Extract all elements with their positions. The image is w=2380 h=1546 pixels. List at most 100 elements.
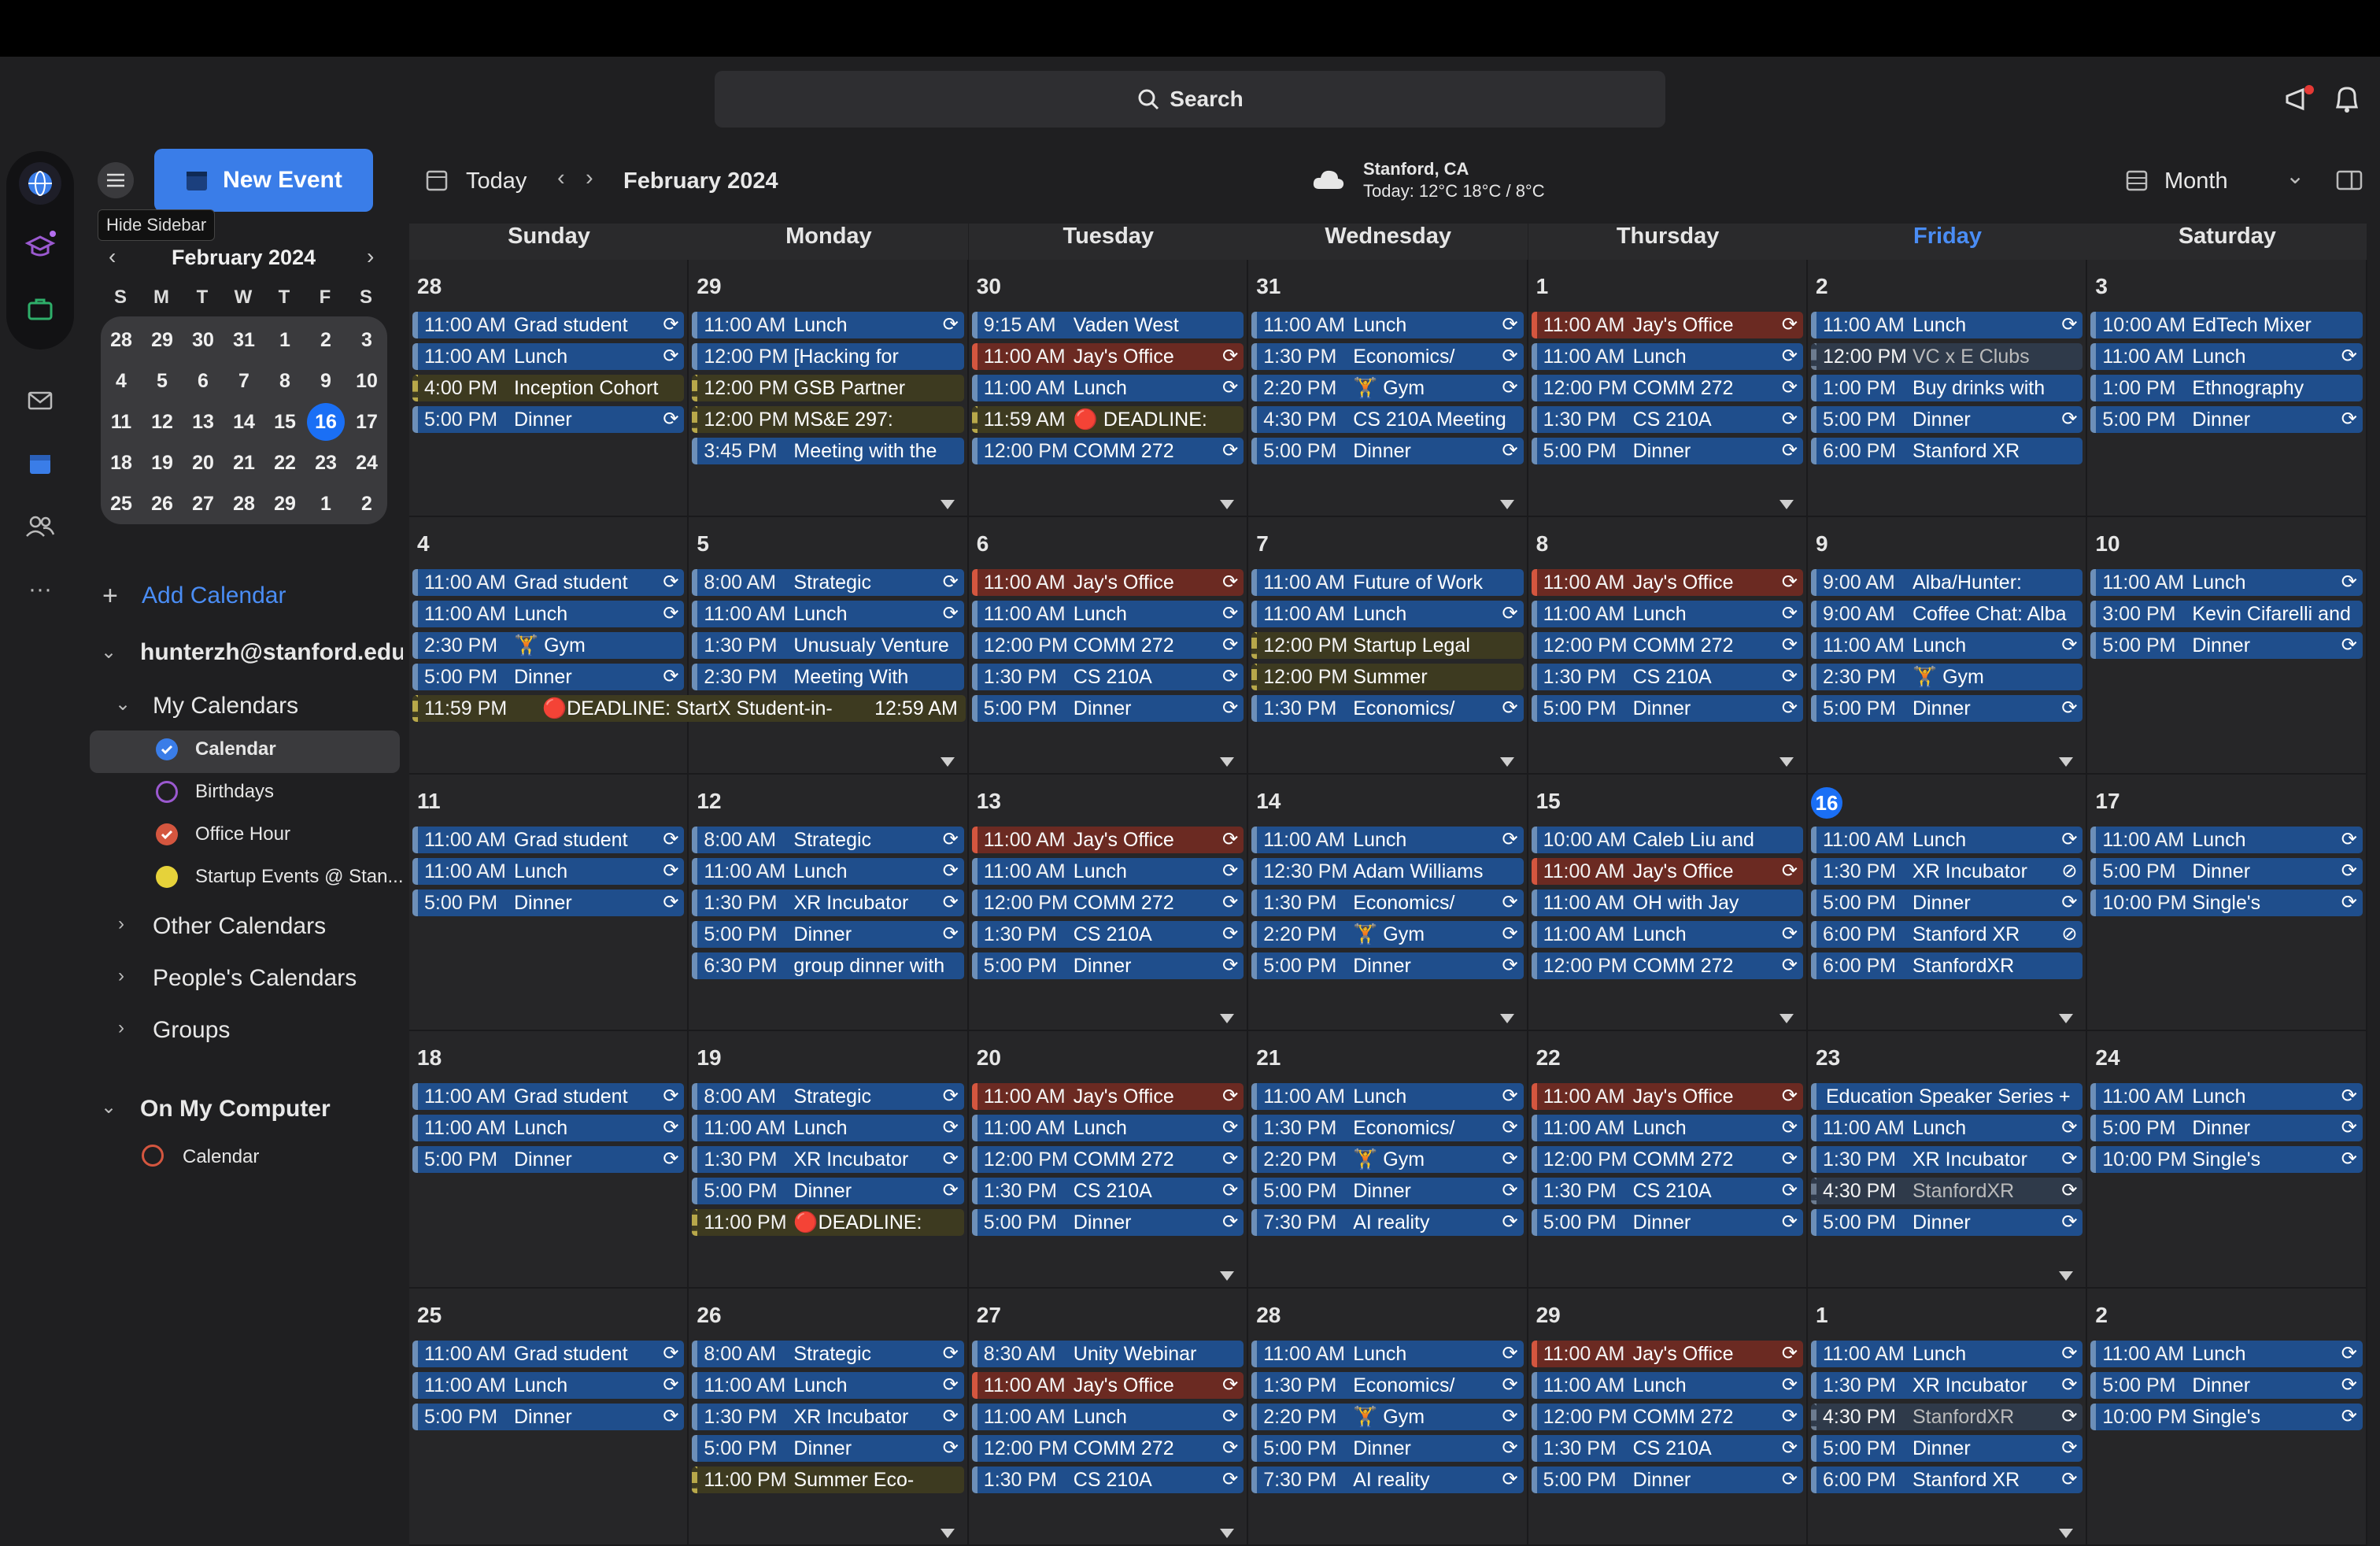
calendar-event[interactable]: 5:00 PM Dinner ⟳ [1531, 694, 1803, 722]
calendar-event[interactable]: 1:30 PM Economics/ ⟳ [1251, 1115, 1524, 1142]
calendar-event[interactable]: 11:00 AM Lunch ⟳ [1811, 1115, 2083, 1142]
mini-day[interactable]: 24 [348, 444, 386, 482]
calendar-icon[interactable] [19, 442, 61, 485]
calendar-event[interactable]: 1:30 PM CS 210A ⟳ [971, 920, 1244, 948]
calendar-event[interactable]: 11:00 AM Jay's Office ⟳ [1531, 1341, 1803, 1368]
calendar-event[interactable]: 5:00 PM Dinner ⟳ [1811, 694, 2083, 722]
day-cell[interactable]: 11 11:00 AM Grad student ⟳ 11:00 AM Lunch ⟳ 5:0… [409, 774, 689, 1032]
local-calendar-label[interactable]: Calendar [183, 1146, 259, 1168]
calendar-event[interactable]: 10:00 PM Single's ⟳ [2090, 1146, 2363, 1174]
calendar-checkbox[interactable] [156, 738, 178, 760]
calendar-event[interactable]: 11:59 AM 🔴 DEADLINE: [971, 406, 1244, 433]
mini-day[interactable]: 26 [143, 485, 181, 523]
calendar-checkbox[interactable] [156, 866, 178, 888]
calendar-event[interactable]: 2:20 PM 🏋 Gym ⟳ [1251, 920, 1524, 948]
calendar-event[interactable]: 11:00 AM Lunch ⟳ [1531, 343, 1803, 370]
calendar-event[interactable]: 2:30 PM 🏋 Gym [1811, 663, 2083, 690]
calendar-event[interactable]: 11:00 AM Lunch ⟳ [2090, 1083, 2363, 1111]
calendar-event[interactable]: 10:00 PM Single's ⟳ [2090, 1404, 2363, 1431]
day-cell[interactable]: 15 10:00 AM Caleb Liu and 11:00 AM Jay's Off… [1528, 774, 1808, 1032]
calendar-event[interactable]: 8:30 AM Unity Webinar [971, 1341, 1244, 1368]
mini-day[interactable]: 19 [143, 444, 181, 482]
mini-day[interactable]: 15 [266, 403, 304, 441]
calendar-event[interactable]: 12:00 PM GSB Partner [692, 375, 964, 401]
calendar-event[interactable]: 11:00 AM Lunch ⟳ [2090, 343, 2363, 370]
day-cell[interactable]: 31 11:00 AM Lunch ⟳ 1:30 PM Economics/⟳ 2:20 P… [1248, 260, 1528, 517]
calendar-event[interactable]: 11:00 AM Lunch ⟳ [2090, 826, 2363, 853]
more-events-icon[interactable] [1220, 1271, 1235, 1282]
calendar-event[interactable]: 5:00 PM Dinner ⟳ [2090, 1115, 2363, 1142]
day-cell[interactable]: 10 11:00 AM Lunch ⟳ 3:00 PM Kevin Cifarelli a… [2087, 516, 2367, 775]
day-cell[interactable]: 7 11:00 AM Future of Work 11:00 AM Lunch ⟳ 12:… [1248, 516, 1528, 775]
new-event-button[interactable]: New Event [154, 149, 373, 212]
calendar-event[interactable]: 3:00 PM Kevin Cifarelli and [2090, 600, 2363, 627]
calendar-event[interactable]: 5:00 PM Dinner ⟳ [1531, 438, 1803, 464]
mini-day[interactable]: 21 [225, 444, 263, 482]
on-my-computer-header[interactable]: On My Computer [140, 1096, 331, 1123]
calendar-event[interactable]: 11:00 AM Lunch ⟳ [412, 600, 685, 627]
day-cell[interactable]: 26 8:00 AM Strategic ⟳ 11:00 AM Lunch ⟳ 1:30 PM… [689, 1289, 969, 1546]
calendar-event[interactable]: 5:00 PM Dinner ⟳ [1531, 1466, 1803, 1494]
day-cell[interactable]: 19 8:00 AM Strategic ⟳ 11:00 AM Lunch ⟳ 1:30 PM… [689, 1031, 969, 1289]
peoples-calendars-header[interactable]: People's Calendars [153, 965, 357, 992]
more-events-icon[interactable] [1779, 1014, 1794, 1024]
calendar-event[interactable]: 11:00 AM OH with Jay [1531, 889, 1803, 916]
day-cell[interactable]: 2 11:00 AM Lunch ⟳ 5:00 PM Dinner ⟳ 10:00 PM Sin… [2087, 1289, 2367, 1546]
calendar-event[interactable]: 11:00 AM Lunch ⟳ [692, 857, 964, 885]
calendar-event[interactable]: 1:30 PM XR Incubator ⟳ [1811, 1372, 2083, 1400]
calendar-event[interactable]: 11:00 AM Jay's Office ⟳ [971, 343, 1244, 370]
day-cell[interactable]: 8 11:00 AM Jay's Office ⟳ 11:00 AM Lunch ⟳ 12:0… [1528, 516, 1808, 775]
calendar-event[interactable]: 6:00 PM Stanford XR [1811, 438, 2083, 464]
multiday-event[interactable]: 11:59 PM 🔴DEADLINE: StartX Student-in- 12:… [412, 694, 966, 722]
mini-day[interactable]: 2 [348, 485, 386, 523]
mini-day[interactable]: 7 [225, 362, 263, 400]
calendar-event[interactable]: 11:00 AM Grad student ⟳ [412, 312, 685, 338]
day-cell[interactable]: 21 11:00 AM Lunch ⟳ 1:30 PM Economics/⟳ 2:20 P… [1248, 1031, 1528, 1289]
mini-day[interactable]: 28 [225, 485, 263, 523]
calendar-event[interactable]: 12:00 PM Startup Legal [1251, 631, 1524, 659]
calendar-event[interactable]: 11:00 AM Lunch ⟳ [971, 1115, 1244, 1142]
mini-day[interactable]: 8 [266, 362, 304, 400]
day-cell[interactable]: 13 11:00 AM Jay's Office ⟳ 11:00 AM Lunch ⟳ 12:… [968, 774, 1249, 1032]
mini-day[interactable]: 13 [184, 403, 222, 441]
calendar-label[interactable]: Startup Events @ Stan... [195, 866, 404, 888]
mini-day[interactable]: 22 [266, 444, 304, 482]
calendar-event[interactable]: 11:00 AM Lunch ⟳ [692, 1115, 964, 1142]
calendar-event[interactable]: 6:00 PM Stanford XR ⊘ [1811, 920, 2083, 948]
calendar-event[interactable]: 5:00 PM Dinner ⟳ [1251, 1178, 1524, 1205]
mini-day[interactable]: 16 [307, 403, 345, 441]
calendar-event[interactable]: 5:00 PM Dinner ⟳ [692, 1435, 964, 1463]
calendar-event[interactable]: 5:00 PM Dinner ⟳ [971, 1209, 1244, 1237]
mini-day[interactable]: 28 [102, 321, 140, 359]
more-events-icon[interactable] [1220, 756, 1235, 767]
day-cell[interactable]: 29 11:00 AM Lunch ⟳ 12:00 PM [Hacking for 12:0… [689, 260, 969, 517]
day-cell[interactable]: 24 11:00 AM Lunch ⟳ 5:00 PM Dinner ⟳ 10:00 PM Si… [2087, 1031, 2367, 1289]
calendar-event[interactable]: 11:00 AM Lunch ⟳ [1251, 312, 1524, 338]
mini-day[interactable]: 18 [102, 444, 140, 482]
mini-day[interactable]: 6 [184, 362, 222, 400]
day-cell[interactable]: 2 11:00 AM Lunch ⟳ 12:00 PM VC x E Clubs 1:00 … [1808, 260, 2088, 517]
calendar-event[interactable]: 5:00 PM Dinner ⟳ [1251, 438, 1524, 464]
mini-day[interactable]: 20 [184, 444, 222, 482]
calendar-event[interactable]: 2:30 PM Meeting With [692, 663, 964, 690]
my-calendars-header[interactable]: My Calendars [153, 693, 298, 719]
calendar-event[interactable]: 12:00 PM VC x E Clubs [1811, 343, 2083, 370]
weather-location[interactable]: Stanford, CA [1363, 159, 1469, 179]
calendar-event[interactable]: 12:00 PM MS&E 297: [692, 406, 964, 433]
calendar-event[interactable]: 5:00 PM Dinner ⟳ [971, 694, 1244, 722]
calendar-event[interactable]: 11:00 AM Lunch ⟳ [412, 857, 685, 885]
mini-day[interactable]: 12 [143, 403, 181, 441]
calendar-event[interactable]: 11:00 AM Lunch ⟳ [971, 1404, 1244, 1431]
day-cell[interactable]: 28 11:00 AM Lunch ⟳ 1:30 PM Economics/⟳ 2:20 P… [1248, 1289, 1528, 1546]
calendar-event[interactable]: 11:00 AM Grad student ⟳ [412, 1341, 685, 1368]
mini-day[interactable]: 23 [307, 444, 345, 482]
calendar-event[interactable]: 11:00 AM Lunch ⟳ [412, 1372, 685, 1400]
calendar-event[interactable]: 1:30 PM CS 210A ⟳ [971, 1466, 1244, 1494]
plus-icon[interactable]: + [102, 581, 118, 612]
more-events-icon[interactable] [940, 756, 955, 767]
calendar-event[interactable]: 1:30 PM CS 210A ⟳ [971, 1178, 1244, 1205]
mini-next-icon[interactable]: › [367, 244, 374, 269]
calendar-event[interactable]: 11:00 AM Lunch ⟳ [692, 312, 964, 338]
chevron-down-icon[interactable]: ⌄ [2286, 162, 2304, 190]
bell-icon[interactable] [2330, 82, 2364, 117]
